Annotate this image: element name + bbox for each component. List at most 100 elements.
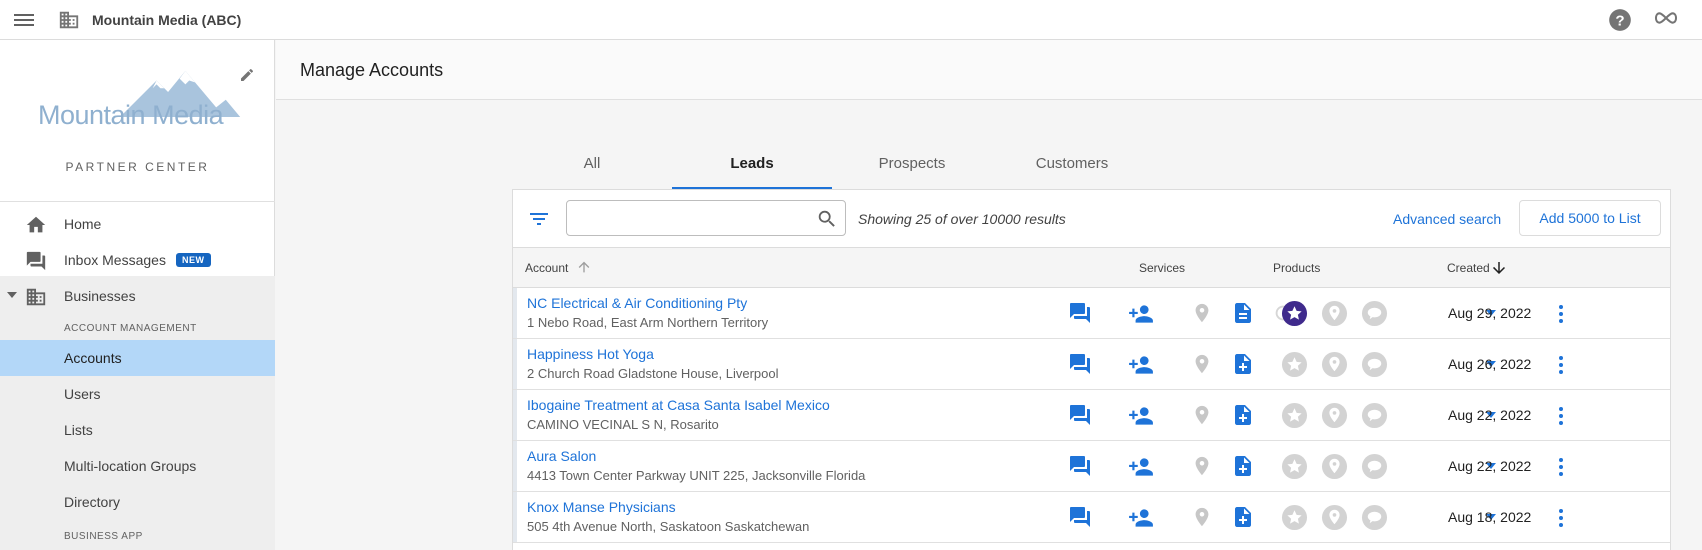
product-pin-icon[interactable] xyxy=(1321,453,1348,480)
more-options-icon[interactable] xyxy=(1549,302,1573,326)
account-management-heading: ACCOUNT MANAGEMENT xyxy=(64,323,197,334)
tab-prospects[interactable]: Prospects xyxy=(832,141,992,189)
product-pin-icon[interactable] xyxy=(1321,300,1348,327)
more-options-icon[interactable] xyxy=(1549,506,1573,530)
account-address: 2 Church Road Gladstone House, Liverpool xyxy=(527,366,779,381)
add-person-icon[interactable] xyxy=(1128,505,1154,531)
caret-down-icon xyxy=(7,292,17,298)
account-name-link[interactable]: Aura Salon xyxy=(527,448,596,464)
business-building-icon xyxy=(59,11,79,29)
tab-all[interactable]: All xyxy=(512,141,672,189)
product-star-icon[interactable] xyxy=(1281,504,1308,531)
chat-icon[interactable] xyxy=(1068,403,1092,427)
home-icon xyxy=(26,216,46,233)
table-header: Account Services Products Created xyxy=(513,248,1670,288)
nav-accounts[interactable]: Accounts xyxy=(0,340,275,376)
tab-customers[interactable]: Customers xyxy=(992,141,1152,189)
location-pin-icon[interactable] xyxy=(1191,353,1213,375)
document-add-icon[interactable] xyxy=(1231,454,1255,478)
nav-multi-location-label: Multi-location Groups xyxy=(64,458,197,474)
infinity-icon[interactable] xyxy=(1652,10,1680,26)
add-person-icon[interactable] xyxy=(1128,301,1154,327)
product-pin-icon[interactable] xyxy=(1321,402,1348,429)
chat-icon[interactable] xyxy=(1068,454,1092,478)
page-header: Manage Accounts xyxy=(276,40,1702,100)
nav-lists-label: Lists xyxy=(64,422,93,438)
account-name-link[interactable]: Knox Manse Physicians xyxy=(527,499,676,515)
add-person-icon[interactable] xyxy=(1128,352,1154,378)
tab-leads[interactable]: Leads xyxy=(672,141,832,189)
product-chat-bubble-icon[interactable] xyxy=(1361,300,1388,327)
created-date: Aug 22, 2022 xyxy=(1448,407,1532,423)
created-date: Aug 22, 2022 xyxy=(1448,458,1532,474)
account-brand-name: Mountain Media (ABC) xyxy=(92,12,242,28)
product-chat-bubble-icon[interactable] xyxy=(1361,504,1388,531)
help-icon[interactable]: ? xyxy=(1607,7,1633,33)
product-star-icon[interactable] xyxy=(1281,351,1308,378)
product-star-icon[interactable] xyxy=(1281,300,1308,327)
nav-multi-location-groups[interactable]: Multi-location Groups xyxy=(0,448,275,484)
table-row: Aura Salon 4413 Town Center Parkway UNIT … xyxy=(513,441,1670,492)
results-count-text: Showing 25 of over 10000 results xyxy=(858,211,1066,227)
hamburger-menu-icon[interactable] xyxy=(12,10,36,30)
product-pin-icon[interactable] xyxy=(1321,504,1348,531)
location-pin-icon[interactable] xyxy=(1191,506,1213,528)
chat-icon[interactable] xyxy=(1068,505,1092,529)
logo-area: Mountain Media PARTNER CENTER xyxy=(0,40,275,202)
business-app-heading: BUSINESS APP xyxy=(64,531,143,542)
nav-directory[interactable]: Directory xyxy=(0,484,275,520)
created-date: Aug 26, 2022 xyxy=(1448,356,1532,372)
sidebar: Mountain Media PARTNER CENTER Home Inbox… xyxy=(0,40,275,550)
add-to-list-button[interactable]: Add 5000 to List xyxy=(1519,200,1661,236)
document-add-icon[interactable] xyxy=(1231,505,1255,529)
new-badge: NEW xyxy=(176,253,211,267)
column-created[interactable]: Created xyxy=(1447,261,1490,275)
add-person-icon[interactable] xyxy=(1128,403,1154,429)
account-address: CAMINO VECINAL S N, Rosarito xyxy=(527,417,719,432)
chat-icon[interactable] xyxy=(1068,301,1092,325)
location-pin-icon[interactable] xyxy=(1191,302,1213,324)
location-pin-icon[interactable] xyxy=(1191,404,1213,426)
product-star-icon[interactable] xyxy=(1281,402,1308,429)
product-chat-bubble-icon[interactable] xyxy=(1361,453,1388,480)
document-icon[interactable] xyxy=(1231,301,1255,325)
column-services: Services xyxy=(1139,261,1186,275)
forum-chat-icon xyxy=(26,251,46,271)
nav-home[interactable]: Home xyxy=(0,206,275,242)
search-input[interactable] xyxy=(575,207,805,229)
nav-inbox-messages[interactable]: Inbox Messages NEW xyxy=(0,242,275,278)
nav-inbox-label: Inbox Messages xyxy=(64,252,166,268)
sort-arrow-up-icon[interactable] xyxy=(576,259,592,275)
column-account[interactable]: Account xyxy=(525,261,568,275)
account-name-link[interactable]: NC Electrical & Air Conditioning Pty xyxy=(527,295,747,311)
created-date: Aug 29, 2022 xyxy=(1448,305,1532,321)
filter-icon[interactable] xyxy=(527,207,551,231)
location-pin-icon[interactable] xyxy=(1191,455,1213,477)
product-star-icon[interactable] xyxy=(1281,453,1308,480)
account-name-link[interactable]: Happiness Hot Yoga xyxy=(527,346,654,362)
nav-businesses[interactable]: Businesses xyxy=(0,278,275,314)
document-add-icon[interactable] xyxy=(1231,352,1255,376)
search-icon[interactable] xyxy=(816,208,838,230)
sort-arrow-down-icon[interactable] xyxy=(1490,259,1508,277)
product-chat-bubble-icon[interactable] xyxy=(1361,351,1388,378)
product-pin-icon[interactable] xyxy=(1321,351,1348,378)
nav-users[interactable]: Users xyxy=(0,376,275,412)
product-chat-bubble-icon[interactable] xyxy=(1361,402,1388,429)
document-add-icon[interactable] xyxy=(1231,403,1255,427)
main-content: Manage Accounts All Leads Prospects Cust… xyxy=(276,40,1702,550)
advanced-search-link[interactable]: Advanced search xyxy=(1393,211,1501,227)
chat-icon[interactable] xyxy=(1068,352,1092,376)
more-options-icon[interactable] xyxy=(1549,353,1573,377)
nav-businesses-label: Businesses xyxy=(64,288,136,304)
edit-pencil-icon[interactable] xyxy=(239,67,255,83)
account-name-link[interactable]: Ibogaine Treatment at Casa Santa Isabel … xyxy=(527,397,830,413)
add-person-icon[interactable] xyxy=(1128,454,1154,480)
nav-lists[interactable]: Lists xyxy=(0,412,275,448)
table-toolbar: Showing 25 of over 10000 results Advance… xyxy=(513,190,1670,248)
nav-home-label: Home xyxy=(64,216,102,232)
column-products: Products xyxy=(1273,261,1321,275)
more-options-icon[interactable] xyxy=(1549,455,1573,479)
more-options-icon[interactable] xyxy=(1549,404,1573,428)
top-bar: Mountain Media (ABC) ? xyxy=(0,0,1702,40)
